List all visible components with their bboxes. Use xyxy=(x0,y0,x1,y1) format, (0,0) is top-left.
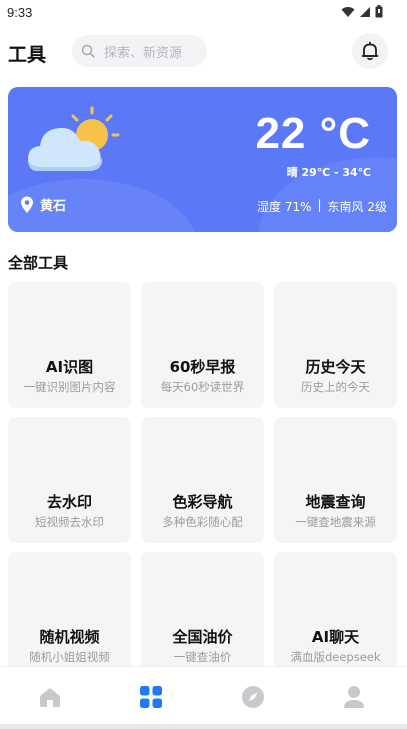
notification-button[interactable] xyxy=(352,33,388,69)
tab-profile[interactable] xyxy=(341,684,367,710)
user-icon xyxy=(344,686,364,708)
tool-name: 去水印 xyxy=(46,493,92,511)
tool-name: 地震查询 xyxy=(305,493,366,511)
grid-icon xyxy=(140,686,162,708)
tool-name: AI聊天 xyxy=(311,628,360,646)
section-title: 全部工具 xyxy=(8,254,69,272)
tool-name: 60秒早报 xyxy=(169,358,236,376)
weather-details: 湿度 71% | 东南风 2级 xyxy=(257,198,387,215)
home-icon xyxy=(40,688,60,707)
tool-tile-ai-recognition[interactable]: AI识图 一键识别图片内容 xyxy=(8,282,131,408)
tool-desc: 短视频去水印 xyxy=(35,515,104,529)
location[interactable]: 黄石 xyxy=(20,195,66,214)
bell-icon xyxy=(361,41,379,61)
tool-tile-ai-chat[interactable]: AI聊天 满血版deepseek xyxy=(274,552,397,666)
signal-icon xyxy=(360,6,370,17)
battery-icon xyxy=(375,5,383,18)
weather-condition-range: 晴 29℃ - 34℃ xyxy=(286,166,371,179)
tool-desc: 随机小姐姐视频 xyxy=(29,650,110,664)
divider: | xyxy=(317,198,322,212)
tool-desc: 多种色彩随心配 xyxy=(162,515,243,529)
nav-divider xyxy=(0,724,407,729)
wifi-icon xyxy=(341,6,355,17)
tool-tile-watermark-remover[interactable]: 去水印 短视频去水印 xyxy=(8,417,131,543)
location-pin-icon xyxy=(21,196,33,213)
search-input[interactable]: 探索、新资源 xyxy=(72,35,207,67)
tab-bar xyxy=(0,666,407,724)
tool-name: 全国油价 xyxy=(172,628,233,646)
tool-tile-60s-news[interactable]: 60秒早报 每天60秒读世界 xyxy=(141,282,264,408)
tool-desc: 一键查油价 xyxy=(173,650,232,664)
compass-icon xyxy=(242,686,264,708)
tab-tools[interactable] xyxy=(138,684,164,710)
weather-card[interactable]: 22 °C 晴 29℃ - 34℃ 黄石 湿度 71% | 东南风 2级 xyxy=(8,87,397,232)
search-icon xyxy=(81,44,95,58)
tab-home[interactable] xyxy=(37,684,63,710)
tab-discover[interactable] xyxy=(240,684,266,710)
status-icons xyxy=(341,5,383,18)
wind: 东南风 2级 xyxy=(327,200,387,214)
tool-tile-color-nav[interactable]: 色彩导航 多种色彩随心配 xyxy=(141,417,264,543)
search-placeholder: 探索、新资源 xyxy=(104,45,183,61)
tool-name: 随机视频 xyxy=(39,628,100,646)
tools-grid: AI识图 一键识别图片内容 60秒早报 每天60秒读世界 历史今天 历史上的今天… xyxy=(8,282,397,666)
tool-tile-random-video[interactable]: 随机视频 随机小姐姐视频 xyxy=(8,552,131,666)
tool-name: 色彩导航 xyxy=(172,493,233,511)
temperature: 22 °C xyxy=(255,109,371,158)
page-title: 工具 xyxy=(8,44,47,66)
tool-desc: 历史上的今天 xyxy=(301,380,370,394)
tool-tile-history-today[interactable]: 历史今天 历史上的今天 xyxy=(274,282,397,408)
tool-name: 历史今天 xyxy=(305,358,366,376)
status-bar: 9:33 xyxy=(0,0,407,26)
sun-cloud-icon xyxy=(28,106,120,171)
tool-tile-oil-price[interactable]: 全国油价 一键查油价 xyxy=(141,552,264,666)
location-name: 黄石 xyxy=(40,199,67,214)
tool-tile-earthquake[interactable]: 地震查询 一键查地震来源 xyxy=(274,417,397,543)
tool-desc: 满血版deepseek xyxy=(290,650,381,664)
tool-name: AI识图 xyxy=(45,358,94,376)
status-time: 9:33 xyxy=(7,5,33,20)
tool-desc: 一键查地震来源 xyxy=(295,515,376,529)
header: 工具 探索、新资源 xyxy=(0,30,407,74)
tool-desc: 每天60秒读世界 xyxy=(160,380,245,394)
tool-desc: 一键识别图片内容 xyxy=(23,380,116,394)
humidity: 湿度 71% xyxy=(257,200,312,214)
